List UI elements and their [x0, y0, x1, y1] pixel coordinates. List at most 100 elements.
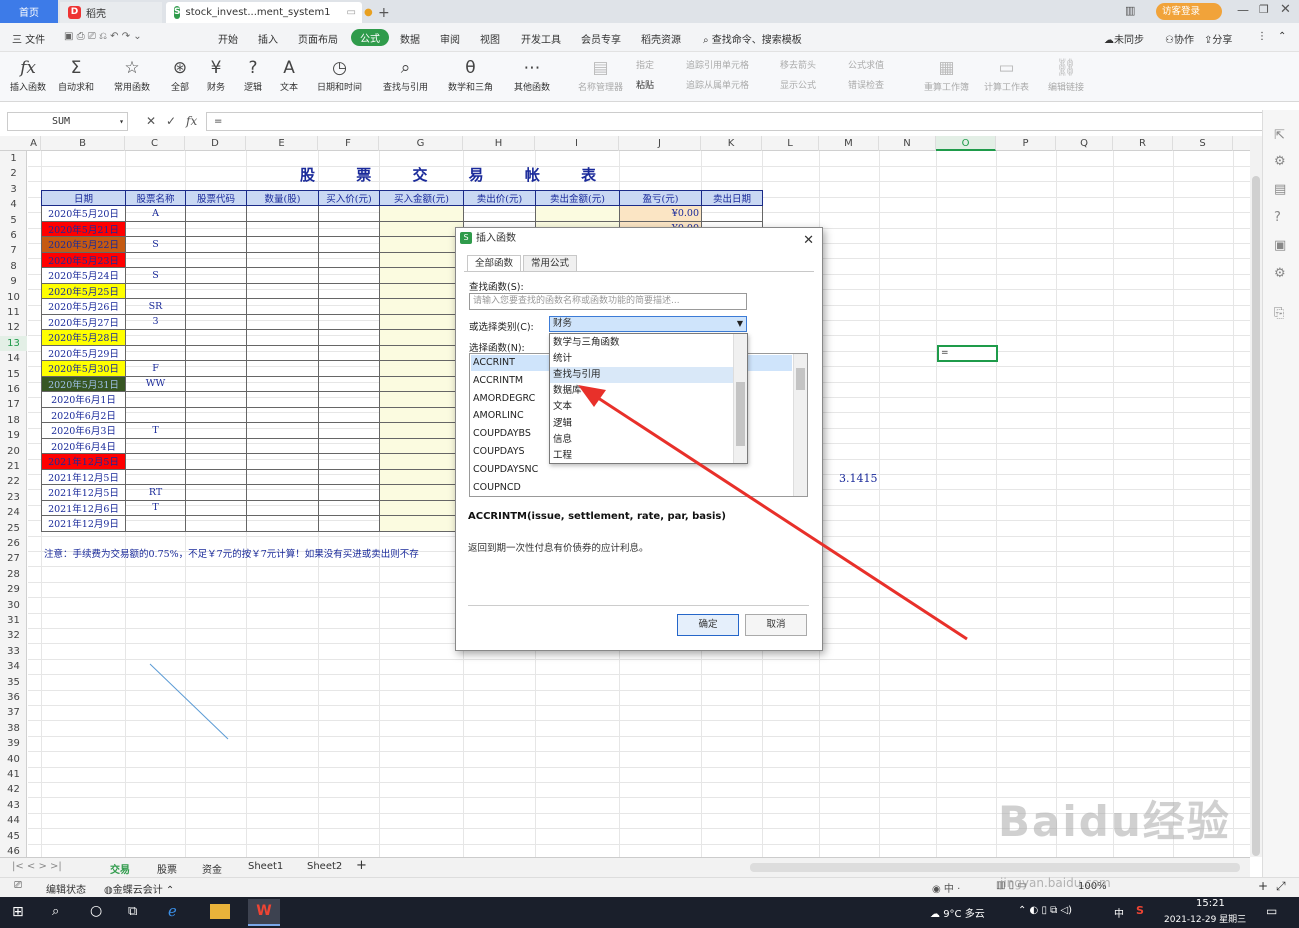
table-cell[interactable] — [318, 267, 380, 284]
function-list-item[interactable]: AMORLINC — [473, 410, 524, 421]
trace-precedents-button[interactable]: 追踪引用单元格 — [686, 58, 749, 71]
table-cell[interactable] — [185, 267, 247, 284]
row-header[interactable]: 32 — [0, 628, 27, 644]
stock-name-cell[interactable]: A — [125, 205, 186, 222]
date-cell[interactable]: 2021年12月6日 — [41, 499, 126, 516]
function-list-item[interactable]: ACCRINTM — [473, 375, 523, 386]
table-cell[interactable] — [246, 251, 319, 268]
row-header[interactable]: 11 — [0, 305, 27, 321]
table-cell[interactable] — [246, 422, 319, 439]
table-cell[interactable] — [318, 484, 380, 501]
notification-icon[interactable]: ▭ — [1266, 904, 1277, 918]
date-cell[interactable]: 2020年5月24日 — [41, 267, 126, 284]
column-header[interactable]: R — [1113, 136, 1173, 151]
finance-functions-button[interactable]: ¥ 财务 — [207, 56, 225, 93]
table-cell[interactable] — [246, 267, 319, 284]
table-cell[interactable] — [246, 499, 319, 516]
table-cell[interactable] — [379, 344, 464, 361]
column-header[interactable]: J — [619, 136, 701, 151]
add-sheet-icon[interactable]: + — [356, 858, 367, 873]
table-cell[interactable] — [318, 453, 380, 470]
table-cell[interactable] — [379, 329, 464, 346]
fx-icon[interactable]: fx — [186, 114, 197, 128]
row-header[interactable]: 26 — [0, 536, 27, 552]
date-cell[interactable]: 2020年5月31日 — [41, 375, 126, 392]
table-cell[interactable] — [318, 298, 380, 315]
date-cell[interactable]: 2021年12月5日 — [41, 484, 126, 501]
row-header[interactable]: 27 — [0, 551, 27, 567]
table-cell[interactable] — [185, 468, 247, 485]
table-cell[interactable] — [379, 391, 464, 408]
table-cell[interactable] — [246, 298, 319, 315]
table-cell[interactable] — [379, 515, 464, 532]
table-cell[interactable] — [246, 344, 319, 361]
date-cell[interactable]: 2020年6月3日 — [41, 422, 126, 439]
date-cell[interactable]: 2020年6月4日 — [41, 437, 126, 454]
scroll-thumb[interactable] — [1252, 176, 1260, 856]
row-header[interactable]: 9 — [0, 274, 27, 290]
windows-start-icon[interactable]: ⊞ — [12, 904, 24, 920]
datetime-functions-button[interactable]: ◷ 日期和时间 — [317, 56, 362, 93]
date-cell[interactable]: 2020年5月29日 — [41, 344, 126, 361]
column-header[interactable]: H — [463, 136, 535, 151]
stock-name-cell[interactable] — [125, 391, 186, 408]
clipboard-icon[interactable]: ⎘ — [1274, 306, 1284, 321]
row-header[interactable]: 28 — [0, 567, 27, 583]
stock-name-cell[interactable] — [125, 468, 186, 485]
row-header[interactable]: 23 — [0, 490, 27, 506]
table-cell[interactable] — [379, 406, 464, 423]
vertical-scrollbar[interactable] — [1250, 136, 1262, 857]
date-cell[interactable]: 2020年6月1日 — [41, 391, 126, 408]
remove-arrows-button[interactable]: 移去箭头 — [780, 58, 816, 71]
eye-protection-icon[interactable]: ◉ 中 · — [932, 880, 960, 895]
function-list-item[interactable]: COUPNCD — [473, 482, 521, 493]
table-cell[interactable] — [318, 468, 380, 485]
table-cell[interactable] — [246, 406, 319, 423]
row-header[interactable]: 34 — [0, 659, 27, 675]
row-header[interactable]: 40 — [0, 752, 27, 768]
tab-common-formulas[interactable]: 常用公式 — [523, 255, 578, 271]
column-header[interactable]: O — [936, 136, 996, 151]
table-cell[interactable] — [318, 375, 380, 392]
ie-browser-icon[interactable]: ℯ — [168, 902, 177, 920]
help-icon[interactable]: ? — [1274, 210, 1281, 225]
row-header[interactable]: 13 — [0, 335, 27, 352]
file-explorer-icon[interactable] — [210, 904, 230, 919]
table-cell[interactable] — [379, 267, 464, 284]
function-search-input[interactable]: 请输入您要查找的函数名称或函数功能的简要描述... — [469, 293, 747, 310]
task-view-icon[interactable]: ⧉ — [128, 904, 137, 919]
table-cell[interactable] — [379, 298, 464, 315]
function-list-item[interactable]: AMORDEGRC — [473, 393, 535, 404]
macro-icon[interactable]: ⎚ — [14, 880, 22, 891]
table-cell[interactable] — [185, 453, 247, 470]
table-cell[interactable] — [535, 205, 620, 222]
table-cell[interactable] — [379, 360, 464, 377]
table-cell[interactable] — [379, 375, 464, 392]
stock-name-cell[interactable]: T — [125, 422, 186, 439]
show-formulas-button[interactable]: 显示公式 — [780, 78, 816, 91]
paste-button[interactable]: 粘贴 — [636, 78, 654, 91]
row-header[interactable]: 31 — [0, 613, 27, 629]
function-list-item[interactable]: ACCRINT — [473, 357, 515, 368]
restore-icon[interactable]: ❐ — [1259, 3, 1269, 16]
date-cell[interactable]: 2021年12月5日 — [41, 453, 126, 470]
zoom-in-icon[interactable]: + — [1258, 879, 1268, 893]
date-cell[interactable]: 2020年5月28日 — [41, 329, 126, 346]
table-cell[interactable] — [185, 220, 247, 237]
settings-sliders-icon[interactable]: ⚙ — [1274, 154, 1286, 169]
table-cell[interactable] — [379, 282, 464, 299]
stock-name-cell[interactable] — [125, 453, 186, 470]
date-cell[interactable]: 2020年5月25日 — [41, 282, 126, 299]
stock-name-cell[interactable]: WW — [125, 375, 186, 392]
table-cell[interactable] — [246, 220, 319, 237]
row-header[interactable]: 5 — [0, 213, 27, 229]
row-header[interactable]: 15 — [0, 367, 27, 383]
row-header[interactable]: 20 — [0, 444, 27, 460]
table-cell[interactable] — [318, 236, 380, 253]
pin-icon[interactable]: ▭ — [347, 7, 356, 18]
other-functions-button[interactable]: ⋯ 其他函数 — [514, 56, 550, 93]
column-header[interactable]: K — [701, 136, 762, 151]
stock-name-cell[interactable]: RT — [125, 484, 186, 501]
row-header[interactable]: 44 — [0, 813, 27, 829]
autosum-button[interactable]: Σ 自动求和 — [58, 56, 94, 93]
